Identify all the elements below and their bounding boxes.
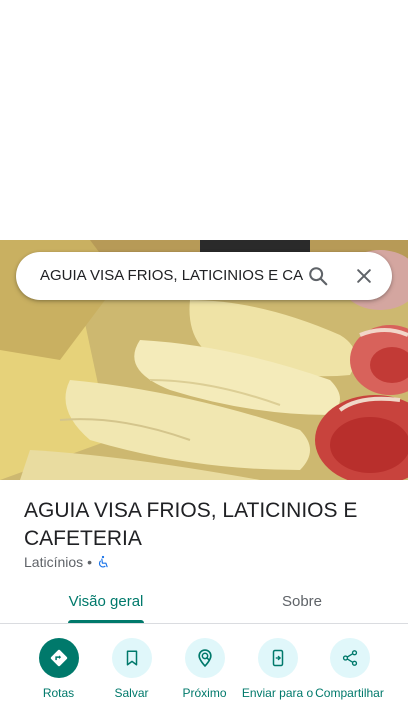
directions-button[interactable]: Rotas: [22, 638, 95, 700]
place-category[interactable]: Laticínios: [24, 554, 83, 570]
place-category-row: Laticínios •: [24, 553, 110, 571]
place-tabs: Visão geral Sobre: [0, 584, 408, 624]
close-icon: [357, 269, 371, 283]
share-circle: [329, 638, 370, 678]
nearby-icon: [197, 649, 212, 668]
action-buttons-row: Rotas Salvar Próximo Enviar para o Compa…: [0, 638, 408, 720]
separator-dot: •: [87, 554, 93, 570]
nearby-circle: [184, 638, 225, 678]
save-label: Salvar: [114, 686, 149, 700]
bookmark-icon: [126, 650, 137, 666]
tab-selected-indicator: [68, 620, 144, 623]
send-to-phone-button[interactable]: Enviar para o: [241, 638, 314, 700]
save-button[interactable]: Salvar: [95, 638, 168, 700]
tab-about[interactable]: Sobre: [262, 584, 342, 624]
nearby-button[interactable]: Próximo: [168, 638, 241, 700]
search-button[interactable]: [300, 258, 336, 294]
send-to-phone-icon: [272, 649, 283, 667]
send-to-phone-circle: [257, 638, 298, 678]
nearby-label: Próximo: [182, 686, 227, 700]
search-input[interactable]: AGUIA VISA FRIOS, LATICINIOS E CA: [40, 252, 304, 300]
directions-label: Rotas: [42, 686, 75, 700]
wheelchair-icon: [96, 555, 110, 569]
send-to-phone-label: Enviar para o: [241, 686, 314, 700]
share-icon: [342, 650, 357, 666]
close-button[interactable]: [346, 258, 382, 294]
search-bar[interactable]: AGUIA VISA FRIOS, LATICINIOS E CA: [16, 252, 392, 300]
place-title: AGUIA VISA FRIOS, LATICINIOS E CAFETERIA: [24, 499, 358, 550]
tab-overview[interactable]: Visão geral: [64, 584, 148, 624]
share-label: Compartilhar: [315, 686, 384, 700]
search-icon: [309, 267, 328, 286]
save-circle: [111, 638, 152, 678]
share-button[interactable]: Compartilhar: [313, 638, 386, 700]
directions-circle: [38, 638, 79, 678]
directions-icon: [50, 649, 67, 667]
map-area-blank: [0, 0, 408, 240]
